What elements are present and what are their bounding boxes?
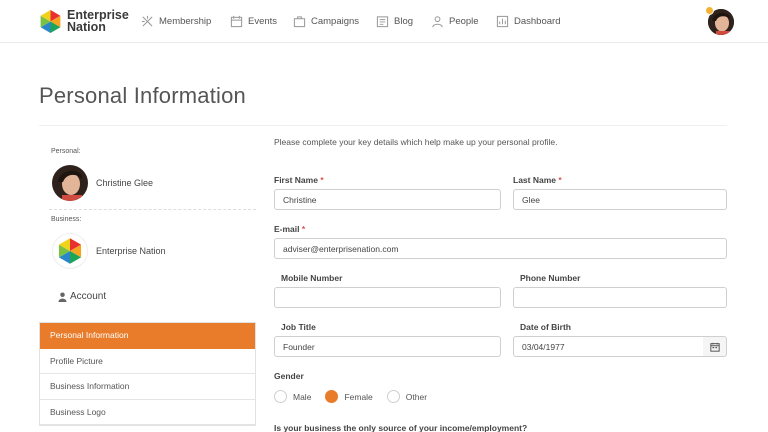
mobile-number-field[interactable] bbox=[274, 287, 501, 308]
email-field[interactable]: adviser@enterprisenation.com bbox=[274, 238, 727, 259]
profile-menu: Personal Information Profile Picture Bus… bbox=[39, 322, 256, 426]
last-name-label: Last Name * bbox=[513, 175, 562, 185]
sidebar-divider bbox=[49, 209, 256, 210]
personal-name: Christine Glee bbox=[96, 178, 154, 188]
menu-item-business-information[interactable]: Business Information bbox=[40, 374, 255, 400]
gender-other-radio[interactable] bbox=[386, 390, 400, 403]
nav-membership[interactable]: Membership bbox=[141, 13, 211, 29]
nav-campaigns-label: Campaigns bbox=[311, 15, 360, 27]
menu-item-business-logo[interactable]: Business Logo bbox=[40, 399, 255, 425]
nav-dashboard[interactable]: Dashboard bbox=[496, 13, 560, 29]
events-icon bbox=[230, 15, 243, 27]
calendar-icon bbox=[709, 342, 720, 352]
menu-item-profile-picture[interactable]: Profile Picture bbox=[40, 348, 255, 374]
gender-other-label: Other bbox=[405, 391, 428, 402]
menu-item-personal-information[interactable]: Personal Information bbox=[40, 323, 255, 349]
first-name-label-text: First Name bbox=[274, 175, 318, 185]
required-marker: * bbox=[301, 224, 306, 234]
nav-blog[interactable]: Blog bbox=[376, 13, 413, 29]
gender-label: Gender bbox=[274, 371, 304, 381]
business-name: Enterprise Nation bbox=[96, 246, 166, 256]
account-label: Account bbox=[70, 291, 107, 302]
gender-female-label: Female bbox=[344, 391, 373, 402]
nav-events-label: Events bbox=[248, 15, 278, 27]
personal-avatar bbox=[52, 165, 88, 201]
gender-female-radio[interactable] bbox=[325, 390, 339, 403]
required-marker: * bbox=[558, 175, 562, 185]
gender-radio-group: Male Female Other bbox=[274, 390, 441, 403]
nav-dashboard-label: Dashboard bbox=[514, 15, 561, 27]
business-logo-icon bbox=[58, 238, 82, 264]
business-logo bbox=[52, 233, 88, 269]
nav-blog-label: Blog bbox=[394, 15, 414, 27]
form-intro-text: Please complete your key details which h… bbox=[274, 137, 558, 147]
gender-male-radio[interactable] bbox=[274, 390, 287, 403]
personal-label: Personal: bbox=[51, 148, 81, 155]
logo-hexagon-icon bbox=[40, 10, 61, 33]
campaigns-icon bbox=[293, 15, 306, 27]
job-title-field[interactable]: Founder bbox=[274, 336, 501, 357]
mobile-number-label: Mobile Number bbox=[281, 273, 343, 283]
business-label: Business: bbox=[51, 216, 82, 223]
nav-people-label: People bbox=[449, 15, 479, 27]
nav-membership-label: Membership bbox=[159, 15, 212, 27]
nav-campaigns[interactable]: Campaigns bbox=[293, 13, 359, 29]
phone-number-label: Phone Number bbox=[520, 273, 581, 283]
email-label: E-mail * bbox=[274, 224, 305, 234]
account-link[interactable]: Account bbox=[58, 291, 106, 302]
first-name-label: First Name * bbox=[274, 175, 324, 185]
dashboard-icon bbox=[496, 15, 509, 27]
user-icon bbox=[58, 292, 67, 302]
title-divider bbox=[39, 125, 727, 126]
notification-badge bbox=[705, 6, 714, 15]
date-of-birth-label: Date of Birth bbox=[520, 322, 571, 332]
gender-male-label: Male bbox=[293, 391, 312, 402]
email-label-text: E-mail bbox=[274, 224, 300, 234]
membership-icon bbox=[141, 15, 153, 27]
people-icon bbox=[432, 15, 443, 27]
last-name-label-text: Last Name bbox=[513, 175, 556, 185]
last-name-field[interactable]: Glee bbox=[513, 189, 727, 210]
first-name-field[interactable]: Christine bbox=[274, 189, 501, 210]
nav-people[interactable]: People bbox=[431, 13, 479, 29]
date-of-birth-field[interactable]: 03/04/1977 bbox=[513, 336, 704, 357]
phone-number-field[interactable] bbox=[513, 287, 727, 308]
date-picker-button[interactable] bbox=[703, 336, 727, 357]
enterprise-nation-logo[interactable]: Enterprise Nation bbox=[38, 8, 129, 36]
income-question: Is your business the only source of your… bbox=[274, 423, 528, 432]
page-title: Personal Information bbox=[39, 83, 246, 108]
job-title-label: Job Title bbox=[281, 322, 316, 332]
top-navigation-bar: Enterprise Nation Membership Events Camp… bbox=[0, 0, 768, 43]
logo-text-line2: Nation bbox=[67, 20, 106, 34]
blog-icon bbox=[376, 15, 389, 27]
nav-events[interactable]: Events bbox=[230, 13, 277, 29]
required-marker: * bbox=[320, 175, 324, 185]
